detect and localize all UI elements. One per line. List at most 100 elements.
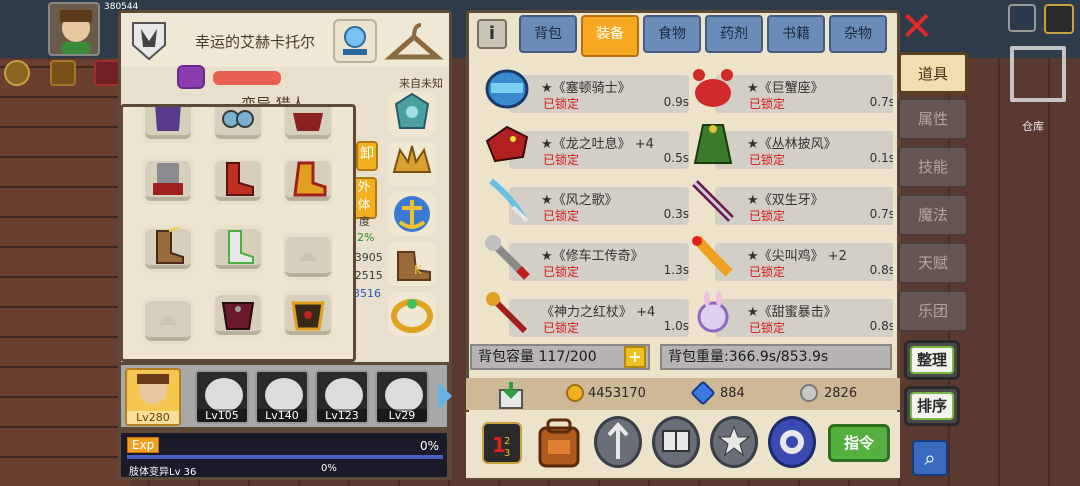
map-marker-icon[interactable] — [4, 60, 30, 86]
item-lock: 已锁定 — [749, 321, 786, 335]
item-lock: 已锁定 — [543, 153, 580, 167]
equip-popup-slot[interactable] — [283, 107, 333, 143]
backpack-icon[interactable] — [534, 416, 584, 470]
list-item[interactable]: ★《丛林披风》 已锁定 0.1s — [689, 121, 893, 169]
item-name: ★《风之歌》 — [541, 193, 618, 208]
gold-value: 4453170 — [588, 386, 646, 401]
side-tab-band[interactable]: 乐团 — [898, 290, 968, 332]
tab-potion[interactable]: 药剂 — [705, 15, 763, 53]
capacity-value: 117/200 — [538, 349, 597, 365]
crystal-ball-icon[interactable] — [333, 19, 377, 63]
equip-popup-slot[interactable] — [213, 225, 263, 273]
tab-misc[interactable]: 杂物 — [829, 15, 887, 53]
tab-equipment[interactable]: 装备 — [581, 15, 639, 57]
globe-icon[interactable] — [1008, 4, 1036, 32]
item-name: ★《龙之吐息》 +4 — [541, 137, 654, 152]
mutation-level: 肢体变异Lv 36 — [129, 467, 197, 478]
item-lock: 已锁定 — [749, 209, 786, 223]
capacity-label: 背包容量 — [478, 349, 534, 365]
dragon-head-icon — [485, 125, 529, 163]
equip-slot[interactable] — [388, 142, 436, 186]
wind-blade-icon — [489, 178, 529, 223]
crab-armor-icon — [693, 69, 733, 107]
side-tab-items[interactable]: 道具 — [898, 52, 968, 94]
unequip-button[interactable]: 卸 — [356, 141, 378, 171]
side-tab-skills[interactable]: 技能 — [898, 146, 968, 188]
equip-popup-slot[interactable] — [143, 297, 193, 345]
equip-popup-slot[interactable] — [213, 107, 263, 143]
equip-popup-slot[interactable] — [213, 291, 263, 339]
svg-text:K: K — [414, 263, 423, 277]
class-emblem-icon — [132, 22, 166, 61]
equip-slot[interactable]: K — [388, 242, 436, 286]
command-button[interactable]: 指令 — [828, 424, 890, 462]
item-weight: 0.8s — [869, 263, 893, 277]
svg-text:3: 3 — [504, 448, 510, 459]
item-list: ★《塞顿骑士》 已锁定 0.9s ★《巨蟹座》 已锁定 0.7s ★《龙之吐息》… — [477, 63, 893, 339]
equip-popup-slot[interactable] — [143, 107, 193, 143]
sort-label: 排序 — [910, 392, 954, 420]
download-icon[interactable] — [496, 380, 526, 410]
tab-bag[interactable]: 背包 — [519, 15, 577, 53]
close-icon[interactable]: ✕ — [900, 7, 934, 47]
tab-books[interactable]: 书籍 — [767, 15, 825, 53]
svg-text:2: 2 — [504, 436, 510, 447]
list-item[interactable]: ★《尖叫鸡》 +2 已锁定 0.8s — [689, 233, 893, 281]
player-avatar[interactable] — [48, 2, 100, 56]
star-icon[interactable] — [710, 416, 758, 468]
list-item[interactable]: ★《龙之吐息》 +4 已锁定 0.5s — [483, 121, 689, 169]
shield-sword-icon[interactable] — [594, 416, 642, 468]
side-tab-talent[interactable]: 天赋 — [898, 242, 968, 284]
list-item[interactable]: ★《双生牙》 已锁定 0.7s — [689, 177, 893, 225]
book-icon[interactable] — [652, 416, 700, 468]
list-item[interactable]: ★《塞顿骑士》 已锁定 0.9s — [483, 65, 689, 113]
party-slot[interactable]: Lv140 — [255, 370, 309, 424]
item-weight: 0.8s — [869, 319, 893, 333]
info-button[interactable]: i — [477, 19, 507, 49]
list-item[interactable]: ★《修车工传奇》 已锁定 1.3s — [483, 233, 689, 281]
equip-popup-slot[interactable] — [143, 225, 193, 273]
twin-sword-icon — [692, 180, 734, 222]
item-name: ★《尖叫鸡》 +2 — [747, 249, 847, 264]
party-slot[interactable]: Lv123 — [315, 370, 369, 424]
equip-popup-slot[interactable] — [213, 157, 263, 205]
party-slot-selected[interactable]: Lv280 — [125, 368, 181, 426]
equip-popup-slot[interactable] — [283, 291, 333, 339]
tab-food[interactable]: 食物 — [643, 15, 701, 53]
red-emblem-icon[interactable] — [94, 60, 120, 86]
side-tab-magic[interactable]: 魔法 — [898, 194, 968, 236]
item-weight: 0.7s — [869, 207, 893, 221]
exp-track — [127, 455, 443, 459]
equip-popup-slot[interactable] — [283, 157, 333, 205]
hanger-icon[interactable] — [383, 19, 445, 63]
fire-icon[interactable] — [50, 60, 76, 86]
party-level: Lv280 — [127, 411, 179, 424]
side-tab-attributes[interactable]: 属性 — [898, 98, 968, 140]
list-item[interactable]: ★《甜蜜暴击》 已锁定 0.8s — [689, 289, 893, 337]
target-icon[interactable] — [768, 416, 816, 468]
equip-popup-slot[interactable] — [283, 233, 333, 281]
organize-button[interactable]: 整理 — [904, 340, 960, 380]
equip-slot[interactable] — [388, 292, 436, 336]
next-arrow-icon[interactable] — [438, 382, 452, 410]
party-slot[interactable]: Lv105 — [195, 370, 249, 424]
list-item[interactable]: ★《风之歌》 已锁定 0.3s — [483, 177, 689, 225]
blue-helmet-icon — [485, 69, 529, 109]
party-level: Lv29 — [377, 409, 427, 422]
warehouse-icon[interactable] — [1010, 46, 1066, 102]
expand-capacity-button[interactable]: + — [624, 346, 646, 368]
equip-slot[interactable] — [388, 192, 436, 236]
sort-button[interactable]: 排序 — [904, 386, 960, 426]
bag-capacity: 背包容量 117/200 — [470, 344, 650, 370]
equip-slot[interactable] — [388, 92, 436, 136]
equip-popup-slot[interactable] — [143, 157, 193, 205]
search-icon[interactable]: ⌕ — [912, 440, 948, 476]
party-row: Lv280 Lv105 Lv140 Lv123 Lv29 — [118, 362, 450, 430]
item-weight: 0.3s — [663, 207, 689, 221]
list-item[interactable]: ★《巨蟹座》 已锁定 0.7s — [689, 65, 893, 113]
list-item[interactable]: 《神力之红杖》 +4 已锁定 1.0s — [483, 289, 689, 337]
counter-123-icon[interactable]: 123 — [482, 422, 522, 464]
exit-icon[interactable] — [1044, 4, 1074, 34]
rubber-chicken-icon — [692, 235, 733, 277]
party-slot[interactable]: Lv29 — [375, 370, 429, 424]
